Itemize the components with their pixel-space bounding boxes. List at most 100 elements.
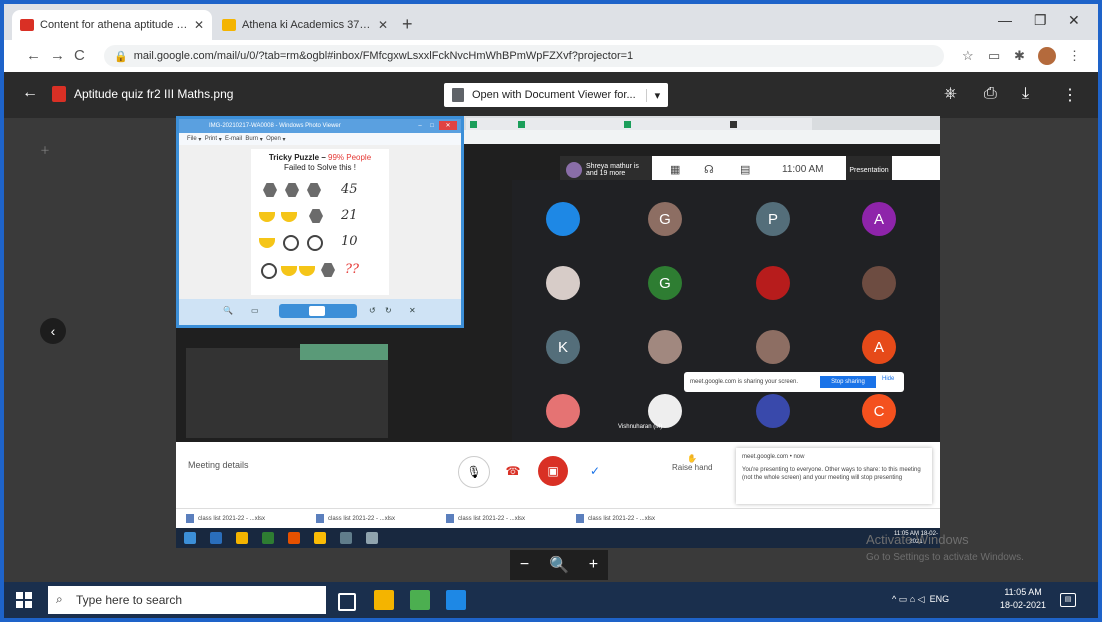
- hang-up-icon[interactable]: ☎: [498, 456, 528, 486]
- participant-avatar[interactable]: G: [648, 266, 682, 300]
- rotate-right-icon[interactable]: ↻: [385, 306, 392, 315]
- gmail-sidebar: ＋: [24, 132, 174, 157]
- grid-icon: ▦: [670, 164, 681, 176]
- actual-size-icon[interactable]: ▭: [251, 306, 259, 315]
- back-icon[interactable]: ←: [26, 47, 41, 64]
- start-icon: [184, 532, 196, 544]
- file-name: Aptitude quiz fr2 III Maths.png: [74, 87, 234, 101]
- meeting-details[interactable]: Meeting details: [188, 460, 249, 470]
- stop-sharing-button[interactable]: Stop sharing: [820, 376, 876, 388]
- participant-avatar[interactable]: P: [756, 202, 790, 236]
- downloads-bar: class list 2021-22 - ...xlsx class list …: [176, 508, 940, 529]
- menu-file[interactable]: File: [187, 136, 197, 142]
- participant-avatar[interactable]: A: [862, 202, 896, 236]
- forward-icon[interactable]: →: [50, 47, 65, 64]
- participant-avatar[interactable]: A: [862, 330, 896, 364]
- attachment-viewer: ← Aptitude quiz fr2 III Maths.png Open w…: [4, 72, 1098, 582]
- close-icon[interactable]: ✕: [439, 121, 457, 130]
- rotate-left-icon[interactable]: ↺: [369, 306, 376, 315]
- add-to-drive-icon[interactable]: ⎈: [944, 85, 957, 103]
- image-file-icon: [52, 86, 66, 102]
- print-icon[interactable]: ⎙: [984, 85, 997, 103]
- system-tray[interactable]: ^ ▭ ⌂ ◁ ENG: [892, 594, 949, 605]
- download-item[interactable]: class list 2021-22 - ...xlsx: [446, 514, 525, 523]
- clock-date: 18-02-2021: [1000, 600, 1047, 610]
- download-item[interactable]: class list 2021-22 - ...xlsx: [316, 514, 395, 523]
- puzzle-title: Tricky Puzzle – 99% People: [268, 153, 372, 162]
- menu-email[interactable]: E-mail: [225, 136, 242, 142]
- mic-icon[interactable]: 🎙: [458, 456, 490, 488]
- maximize-icon[interactable]: □: [427, 121, 437, 130]
- close-icon[interactable]: ✕: [194, 18, 204, 32]
- shared-tab: [726, 118, 812, 130]
- zoom-out-button[interactable]: −: [520, 556, 529, 574]
- download-item[interactable]: class list 2021-22 - ...xlsx: [186, 514, 265, 523]
- activate-windows-hint: Go to Settings to activate Windows.: [866, 552, 1024, 563]
- zoom-in-button[interactable]: +: [589, 556, 598, 574]
- camera-off-icon[interactable]: ▣: [538, 456, 568, 486]
- download-icon[interactable]: ⤓: [1022, 85, 1029, 103]
- task-view-icon[interactable]: [338, 593, 356, 611]
- open-with-button[interactable]: Open with Document Viewer for... ▾: [444, 83, 669, 107]
- close-window-button[interactable]: ✕: [1068, 12, 1080, 29]
- chrome-icon: [314, 532, 326, 544]
- tab-gmail[interactable]: Content for athena aptitude quiz ✕: [12, 10, 212, 40]
- zoom-icon[interactable]: 🔍: [549, 555, 569, 575]
- close-icon[interactable]: ✕: [378, 18, 388, 32]
- participant-avatar[interactable]: [648, 330, 682, 364]
- star-icon[interactable]: ☆: [962, 48, 974, 64]
- photo-viewer-window: IMG-20210217-WA0008 - Windows Photo View…: [176, 116, 464, 328]
- hide-button[interactable]: Hide: [882, 376, 894, 382]
- participant-avatar[interactable]: [546, 202, 580, 236]
- menu-icon[interactable]: ⋮: [1068, 48, 1081, 64]
- menu-print[interactable]: Print: [205, 136, 217, 142]
- participant-avatar[interactable]: [756, 394, 790, 428]
- cast-icon[interactable]: ▭: [988, 48, 1000, 64]
- shared-taskbar: 11:05 AM 18-02-2021: [176, 528, 940, 548]
- dropdown-icon[interactable]: ▾: [645, 88, 660, 102]
- app-icon: [366, 532, 378, 544]
- prev-arrow-icon[interactable]: ‹: [40, 318, 66, 344]
- maximize-button[interactable]: ❐: [1034, 12, 1047, 29]
- back-arrow-icon[interactable]: ←: [22, 84, 38, 102]
- participant-avatar[interactable]: [546, 266, 580, 300]
- minimize-icon[interactable]: –: [415, 121, 425, 130]
- download-item[interactable]: class list 2021-22 - ...xlsx: [576, 514, 655, 523]
- raise-hand-button[interactable]: ✋ Raise hand: [672, 454, 712, 472]
- participant-avatar[interactable]: K: [546, 330, 580, 364]
- slideshow-button[interactable]: [279, 304, 357, 318]
- address-bar[interactable]: 🔒 mail.google.com/mail/u/0/?tab=rm&ogbl#…: [104, 45, 944, 67]
- participant-avatar[interactable]: [756, 330, 790, 364]
- minimize-button[interactable]: —: [998, 12, 1012, 28]
- chrome-icon[interactable]: [410, 590, 430, 610]
- notifications-icon[interactable]: ▤: [1060, 593, 1076, 607]
- taskbar-search[interactable]: ⌕ Type here to search: [48, 586, 326, 614]
- windows-taskbar: ⌕ Type here to search ^ ▭ ⌂ ◁ ENG 11:05 …: [4, 582, 1098, 618]
- url-text: mail.google.com/mail/u/0/?tab=rm&ogbl#in…: [133, 50, 634, 62]
- chat-icon: ▤: [740, 164, 751, 176]
- reload-icon[interactable]: C: [74, 47, 85, 64]
- participant-avatar[interactable]: [862, 266, 896, 300]
- extensions-icon[interactable]: ✱: [1014, 48, 1025, 64]
- windows-start-icon[interactable]: [16, 592, 32, 608]
- calculator-icon[interactable]: [446, 590, 466, 610]
- language-indicator: ENG: [929, 594, 950, 604]
- participant-avatar[interactable]: [756, 266, 790, 300]
- tab-academics[interactable]: Athena ki Academics 37.0 - 18.62 ✕: [214, 10, 396, 40]
- participant-avatar[interactable]: G: [648, 202, 682, 236]
- participant-avatar[interactable]: [648, 394, 682, 428]
- sidebar-item[interactable]: ＋: [40, 142, 174, 157]
- menu-open[interactable]: Open: [266, 136, 281, 142]
- more-icon[interactable]: ⋮: [1062, 85, 1078, 105]
- zoom-icon[interactable]: 🔍: [223, 306, 233, 315]
- participant-avatar[interactable]: [546, 394, 580, 428]
- lock-icon: 🔒: [114, 50, 128, 63]
- taskbar-clock[interactable]: 11:05 AM 18-02-2021: [1000, 586, 1046, 612]
- present-icon[interactable]: ✓: [580, 456, 610, 486]
- file-explorer-icon[interactable]: [374, 590, 394, 610]
- menu-burn[interactable]: Burn: [245, 136, 258, 142]
- delete-icon[interactable]: ✕: [409, 306, 416, 315]
- new-tab-button[interactable]: +: [402, 14, 413, 35]
- participant-avatar[interactable]: C: [862, 394, 896, 428]
- profile-avatar[interactable]: [1038, 47, 1056, 65]
